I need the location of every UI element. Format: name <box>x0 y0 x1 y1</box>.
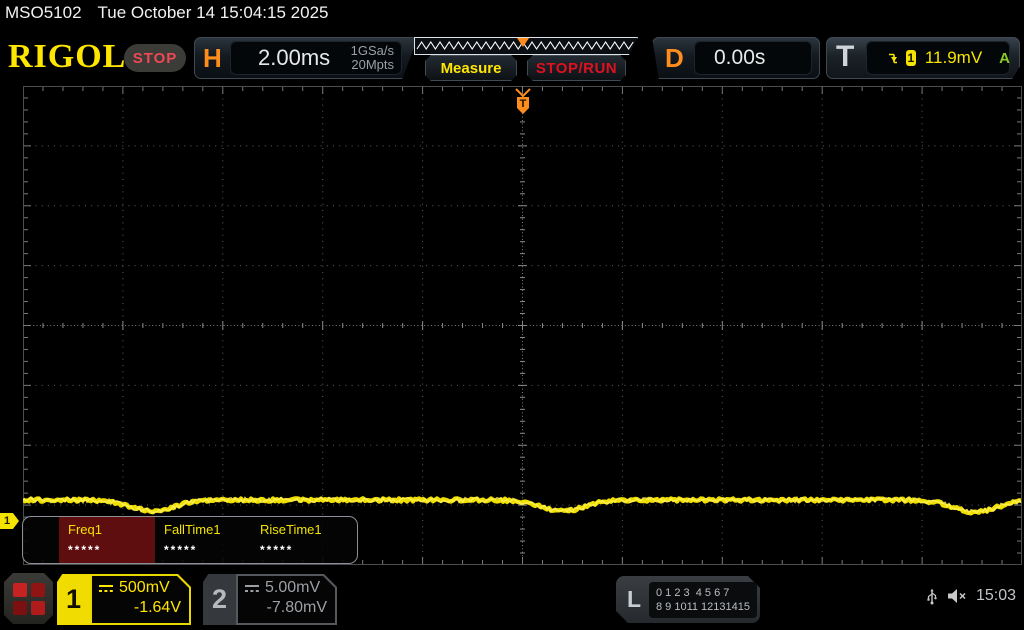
red-square-icon <box>13 601 27 615</box>
datetime: Tue October 14 15:04:15 2025 <box>97 3 329 22</box>
dc-coupling-icon <box>244 583 260 594</box>
measurement-value: ***** <box>164 543 198 557</box>
measurement-falltime1[interactable]: FallTime1 ***** <box>155 517 251 563</box>
channel1-scale: 500mV <box>119 579 170 596</box>
measurement-label: RiseTime1 <box>260 522 322 537</box>
channel1-offset: -1.64V <box>133 599 181 616</box>
windows-menu-button[interactable] <box>4 573 53 624</box>
measurement-value: ***** <box>68 543 102 557</box>
run-state-badge: STOP <box>124 44 186 72</box>
channel1-values-box[interactable]: 500mV -1.64V <box>90 574 191 625</box>
measurement-risetime1[interactable]: RiseTime1 ***** <box>251 517 347 563</box>
trigger-panel[interactable]: T 1 11.9mV A <box>826 37 1020 79</box>
svg-text:T: T <box>520 98 527 110</box>
trigger-sweep-mode: A <box>999 49 1010 67</box>
red-square-icon <box>31 601 45 615</box>
delay-panel[interactable]: D 0.00s <box>652 37 820 79</box>
measure-button[interactable]: Measure <box>425 55 517 81</box>
trigger-level-value: 11.9mV <box>924 48 983 67</box>
graticule <box>23 86 1022 565</box>
trigger-position-marker[interactable]: T <box>513 87 533 115</box>
measurement-value: ***** <box>260 543 294 557</box>
sample-rate: 1GSa/s <box>350 43 394 58</box>
channel2-values-box[interactable]: 5.00mV -7.80mV <box>236 574 337 625</box>
channel2-scale: 5.00mV <box>265 579 321 596</box>
sample-rate-memdepth: 1GSa/s 20Mpts <box>351 44 394 72</box>
grid-and-waveform <box>23 86 1022 565</box>
measurement-label: Freq1 <box>68 522 102 537</box>
channel1-position-marker[interactable]: 1 <box>0 513 19 529</box>
stop-run-button[interactable]: STOP/RUN <box>527 55 626 81</box>
rigol-logo: RIGOL <box>8 38 127 75</box>
logic-analyzer-status[interactable]: L 0 1 2 3 4 5 6 78 9 1011 12131415 <box>616 576 760 623</box>
oscilloscope-screen: MSO5102 Tue October 14 15:04:15 2025 RIGO… <box>0 0 1024 630</box>
dc-coupling-icon <box>98 583 114 594</box>
sound-muted-icon <box>947 589 966 603</box>
digital-channels-0-7: 0 1 2 3 4 5 6 7 <box>656 586 730 599</box>
digital-channel-list: 0 1 2 3 4 5 6 78 9 1011 12131415 <box>649 582 757 618</box>
falling-edge-icon <box>889 53 897 63</box>
channel2-offset: -7.80mV <box>266 599 327 616</box>
clock: 15:03 <box>975 587 1016 604</box>
measurement-freq1[interactable]: Freq1 ***** <box>59 517 155 563</box>
trigger-source-badge: 1 <box>905 50 916 66</box>
measurement-panel: Freq1 ***** FallTime1 ***** RiseTime1 **… <box>22 516 358 564</box>
red-square-icon <box>13 583 27 597</box>
top-info-bar: MSO5102 Tue October 14 15:04:15 2025 <box>5 3 328 23</box>
usb-icon <box>927 588 937 604</box>
horizontal-timebase-panel[interactable]: H 2.00ms 1GSa/s 20Mpts <box>194 37 418 79</box>
channel1-status[interactable]: 1 500mV -1.64V <box>57 574 191 625</box>
h-label: H <box>203 43 222 73</box>
channel1-number-tab[interactable]: 1 <box>57 574 90 625</box>
memory-depth: 20Mpts <box>351 57 394 72</box>
digital-channels-8-15: 8 9 1011 12131415 <box>656 600 750 613</box>
t-label: T <box>836 40 855 73</box>
channel2-number-tab[interactable]: 2 <box>203 574 236 625</box>
d-label: D <box>665 43 684 73</box>
channel2-status[interactable]: 2 5.00mV -7.80mV <box>203 574 337 625</box>
red-square-icon <box>31 583 45 597</box>
logic-analyzer-label: L <box>626 586 642 612</box>
status-tray: 15:03 <box>926 587 1016 605</box>
timebase-value: 2.00ms <box>258 45 331 70</box>
model-name: MSO5102 <box>5 3 82 22</box>
delay-value: 0.00s <box>714 46 766 69</box>
memory-trigger-position-icon <box>517 38 529 47</box>
measurement-label: FallTime1 <box>164 522 221 537</box>
